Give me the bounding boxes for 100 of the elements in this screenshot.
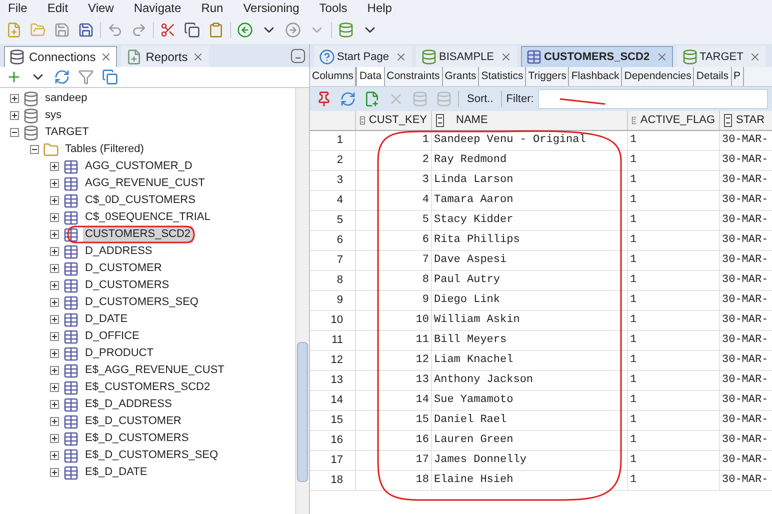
- table-icon: [63, 346, 79, 362]
- scrollbar[interactable]: [295, 88, 309, 514]
- tree-item[interactable]: Tables (Filtered): [63, 141, 146, 158]
- tree-item[interactable]: D_OFFICE: [83, 328, 142, 345]
- expand-icon[interactable]: [50, 213, 59, 222]
- collapse-all-button[interactable]: [100, 67, 120, 87]
- tree-item[interactable]: AGG_CUSTOMER_D: [83, 158, 194, 175]
- tree-item[interactable]: D_CUSTOMERS_SEQ: [83, 294, 200, 311]
- menu-item[interactable]: Run: [201, 0, 224, 17]
- column-header[interactable]: NAME: [432, 111, 628, 130]
- expand-icon[interactable]: [50, 230, 59, 239]
- sub-tab[interactable]: Flashback: [569, 67, 622, 86]
- expand-icon[interactable]: [50, 179, 59, 188]
- collapse-icon[interactable]: [10, 128, 19, 137]
- menu-item[interactable]: Navigate: [134, 0, 182, 17]
- expand-icon[interactable]: [50, 298, 59, 307]
- panel-tab[interactable]: Connections: [4, 46, 117, 67]
- sort-button[interactable]: Sort..: [463, 90, 498, 108]
- tree-item[interactable]: AGG_REVENUE_CUST: [83, 175, 207, 192]
- table-cell: 30-MAR-: [720, 411, 772, 430]
- sub-tab[interactable]: P: [732, 67, 744, 86]
- expand-icon[interactable]: [50, 332, 59, 341]
- collapse-all-icon: [102, 69, 118, 85]
- expand-icon[interactable]: [50, 366, 59, 375]
- tree-item[interactable]: D_CUSTOMER: [83, 260, 164, 277]
- tree-item[interactable]: D_DATE: [83, 311, 130, 328]
- filter-icon: [78, 69, 94, 85]
- menu-item[interactable]: Help: [367, 0, 392, 17]
- tree-item[interactable]: sandeep: [43, 90, 90, 107]
- editor-tab[interactable]: Start Page: [314, 46, 412, 67]
- menu-item[interactable]: Tools: [319, 0, 348, 17]
- panel-tab[interactable]: Reports: [120, 46, 209, 67]
- back-icon: [237, 22, 253, 38]
- menu-item[interactable]: Edit: [47, 0, 68, 17]
- tree-item[interactable]: E$_D_CUSTOMER: [83, 413, 184, 430]
- sub-tab[interactable]: Dependencies: [622, 67, 694, 86]
- expand-icon[interactable]: [10, 111, 19, 120]
- expand-icon[interactable]: [50, 281, 59, 290]
- minimize-button[interactable]: [291, 49, 305, 63]
- tree-item[interactable]: E$_D_ADDRESS: [83, 396, 174, 413]
- tree-item[interactable]: E$_D_CUSTOMERS_SEQ: [83, 447, 220, 464]
- table-cell: 1: [628, 471, 720, 490]
- save-icon: [54, 22, 70, 38]
- sub-tab[interactable]: Grants: [442, 67, 480, 86]
- expand-icon[interactable]: [10, 94, 19, 103]
- table-cell: William Askin: [432, 311, 628, 330]
- scroll-thumb[interactable]: [297, 342, 308, 482]
- tree-item[interactable]: E$_D_DATE: [83, 464, 150, 481]
- tree-item[interactable]: E$_D_CUSTOMERS: [83, 430, 191, 447]
- expand-icon[interactable]: [50, 196, 59, 205]
- tree-item[interactable]: sys: [43, 107, 64, 124]
- table-cell: Anthony Jackson: [432, 371, 628, 390]
- expand-icon[interactable]: [50, 247, 59, 256]
- table-cell: 30-MAR-: [720, 191, 772, 210]
- copy-button[interactable]: [182, 20, 202, 40]
- editor-tab[interactable]: TARGET: [676, 46, 766, 67]
- expand-icon[interactable]: [50, 451, 59, 460]
- sub-tab[interactable]: Details: [694, 67, 732, 86]
- table-cell: 8: [356, 271, 432, 290]
- sub-tab[interactable]: Statistics: [479, 67, 526, 86]
- table-icon: [63, 414, 79, 430]
- database-icon: [23, 124, 39, 140]
- sub-tab[interactable]: Constraints: [384, 67, 443, 86]
- tree-item[interactable]: TARGET: [43, 124, 91, 141]
- table-cell: 1: [628, 431, 720, 450]
- expand-icon[interactable]: [50, 400, 59, 409]
- expand-icon[interactable]: [50, 349, 59, 358]
- menu-item[interactable]: Versioning: [243, 0, 300, 17]
- tree-item[interactable]: C$_0D_CUSTOMERS: [83, 192, 198, 209]
- column-header[interactable]: CUST_KEY: [356, 111, 432, 130]
- tree-item[interactable]: C$_0SEQUENCE_TRIAL: [83, 209, 212, 226]
- sub-tab[interactable]: Data: [356, 67, 385, 86]
- table-cell: 2: [356, 151, 432, 170]
- tree-item[interactable]: E$_CUSTOMERS_SCD2: [83, 379, 212, 396]
- sub-tab[interactable]: Triggers: [526, 67, 570, 86]
- expand-icon[interactable]: [50, 264, 59, 273]
- expand-icon[interactable]: [50, 434, 59, 443]
- menu-item[interactable]: File: [8, 0, 28, 17]
- expand-icon[interactable]: [50, 417, 59, 426]
- editor-tab[interactable]: CUSTOMERS_SCD2: [521, 46, 673, 67]
- tree-item[interactable]: E$_AGG_REVENUE_CUST: [83, 362, 226, 379]
- expand-icon[interactable]: [50, 162, 59, 171]
- close-icon: [394, 51, 407, 63]
- table-cell: 1: [628, 271, 720, 290]
- column-header[interactable]: ACTIVE_FLAG: [628, 111, 720, 130]
- expand-icon[interactable]: [50, 383, 59, 392]
- editor-tab[interactable]: BISAMPLE: [416, 46, 518, 67]
- table-icon: [63, 464, 79, 480]
- tree-item[interactable]: D_CUSTOMERS: [83, 277, 172, 294]
- column-header[interactable]: STAR: [720, 111, 772, 130]
- table-cell: Bill Meyers: [432, 331, 628, 350]
- expand-icon[interactable]: [50, 468, 59, 477]
- collapse-icon[interactable]: [30, 145, 39, 154]
- tree-item[interactable]: D_PRODUCT: [83, 345, 156, 362]
- tree-item[interactable]: D_ADDRESS: [83, 243, 154, 260]
- table-icon: [63, 380, 79, 396]
- expand-icon[interactable]: [50, 315, 59, 324]
- refresh-icon: [340, 91, 356, 107]
- filter-field[interactable]: [538, 89, 768, 109]
- menu-item[interactable]: View: [88, 0, 114, 17]
